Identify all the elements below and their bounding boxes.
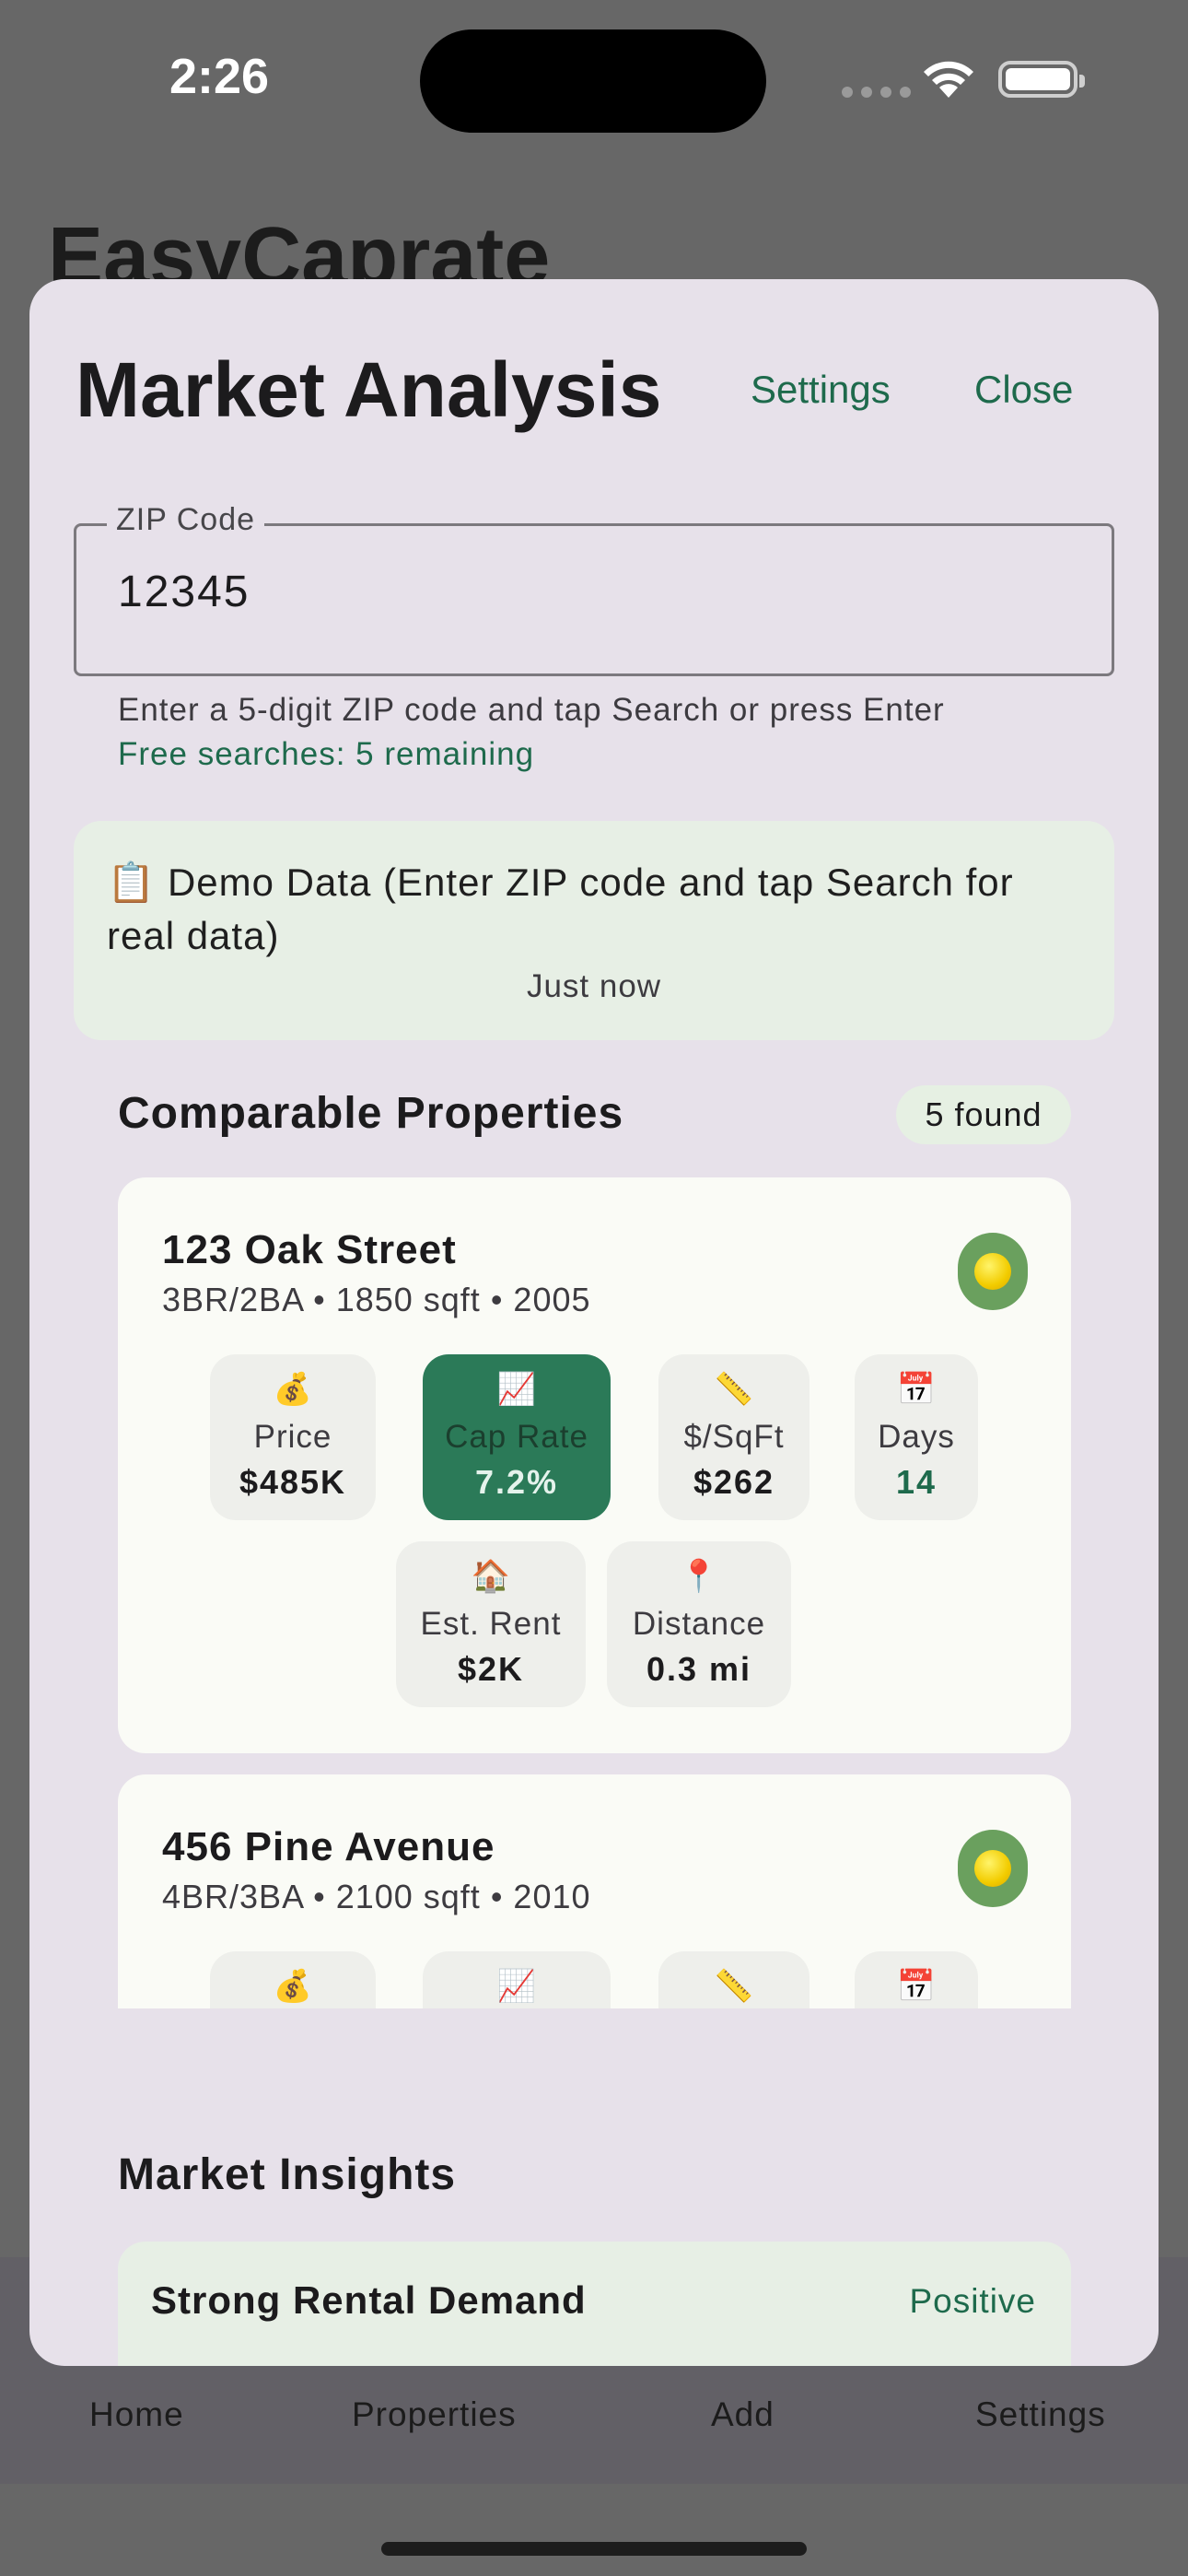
yellow-dot-icon bbox=[974, 1850, 1011, 1887]
insight-card: Strong Rental Demand Positive bbox=[118, 2242, 1071, 2366]
calendar-icon: 📅 bbox=[896, 1969, 937, 2004]
property-address: 123 Oak Street bbox=[162, 1227, 457, 1272]
tab-add[interactable]: Add bbox=[711, 2395, 775, 2434]
tab-properties[interactable]: Properties bbox=[352, 2395, 517, 2434]
metric-price-per-sqft: 📏 $/SqFt $262 bbox=[658, 1354, 809, 1520]
ruler-icon: 📏 bbox=[714, 1969, 754, 2004]
metric-days: 📅 bbox=[855, 1951, 978, 2008]
yellow-dot-icon bbox=[974, 1253, 1011, 1290]
metric-price: 💰 Price $485K bbox=[210, 1354, 376, 1520]
metric-value: 14 bbox=[895, 1463, 938, 1501]
demo-data-banner: 📋 Demo Data (Enter ZIP code and tap Sear… bbox=[74, 821, 1114, 1040]
metric-label: Days bbox=[878, 1419, 955, 1455]
metric-value: $485K bbox=[239, 1463, 347, 1501]
insight-sentiment-badge: Positive bbox=[909, 2282, 1036, 2320]
found-count-badge: 5 found bbox=[896, 1085, 1071, 1144]
metric-price-per-sqft: 📏 bbox=[658, 1951, 809, 2008]
sheet-title: Market Analysis bbox=[76, 346, 662, 433]
tab-settings[interactable]: Settings bbox=[975, 2395, 1106, 2434]
metric-label: Distance bbox=[632, 1606, 766, 1642]
market-analysis-sheet: Market Analysis Settings Close ZIP Code … bbox=[29, 279, 1159, 2366]
settings-button[interactable]: Settings bbox=[751, 368, 891, 412]
metric-est-rent: 🏠 Est. Rent $2K bbox=[396, 1541, 586, 1707]
metric-price: 💰 bbox=[210, 1951, 376, 2008]
pin-icon: 📍 bbox=[679, 1559, 719, 1594]
chart-increasing-icon: 📈 bbox=[496, 1969, 537, 2004]
metric-value: 7.2% bbox=[474, 1463, 559, 1501]
free-searches-remaining: Free searches: 5 remaining bbox=[118, 736, 535, 772]
dynamic-island bbox=[420, 29, 766, 133]
status-indicator bbox=[958, 1233, 1028, 1310]
status-indicator bbox=[958, 1830, 1028, 1907]
demo-data-text: 📋 Demo Data (Enter ZIP code and tap Sear… bbox=[107, 861, 1014, 957]
calendar-icon: 📅 bbox=[896, 1372, 937, 1407]
insight-title: Strong Rental Demand bbox=[151, 2278, 587, 2322]
zip-field-label: ZIP Code bbox=[107, 502, 265, 538]
metric-label: Cap Rate bbox=[445, 1419, 588, 1455]
property-card[interactable]: 456 Pine Avenue 4BR/3BA • 2100 sqft • 20… bbox=[118, 1774, 1071, 2008]
demo-data-timestamp: Just now bbox=[526, 968, 662, 1004]
metric-label: $/SqFt bbox=[683, 1419, 785, 1455]
status-time: 2:26 bbox=[169, 49, 270, 104]
metric-label: Est. Rent bbox=[420, 1606, 562, 1642]
money-bag-icon: 💰 bbox=[273, 1372, 313, 1407]
cellular-signal-icon bbox=[842, 87, 911, 98]
metric-cap-rate: 📈 Cap Rate 7.2% bbox=[423, 1354, 611, 1520]
home-indicator[interactable] bbox=[381, 2542, 807, 2556]
wifi-icon bbox=[924, 61, 973, 98]
metric-value: $2K bbox=[457, 1650, 525, 1688]
chart-increasing-icon: 📈 bbox=[496, 1372, 537, 1407]
comparable-properties-list[interactable]: 123 Oak Street 3BR/2BA • 1850 sqft • 200… bbox=[118, 1177, 1071, 2008]
close-button[interactable]: Close bbox=[974, 368, 1073, 412]
battery-icon bbox=[998, 61, 1085, 98]
ruler-icon: 📏 bbox=[714, 1372, 754, 1407]
metric-label: Price bbox=[253, 1419, 332, 1455]
property-address: 456 Pine Avenue bbox=[162, 1824, 495, 1869]
comparable-properties-title: Comparable Properties bbox=[118, 1089, 624, 1138]
metric-value: 0.3 mi bbox=[646, 1650, 752, 1688]
metric-value: $262 bbox=[693, 1463, 775, 1501]
tab-home[interactable]: Home bbox=[89, 2395, 184, 2434]
house-icon: 🏠 bbox=[471, 1559, 511, 1594]
property-details: 4BR/3BA • 2100 sqft • 2010 bbox=[162, 1878, 591, 1915]
money-bag-icon: 💰 bbox=[273, 1969, 313, 2004]
metric-days: 📅 Days 14 bbox=[855, 1354, 978, 1520]
metric-cap-rate: 📈 bbox=[423, 1951, 611, 2008]
property-card[interactable]: 123 Oak Street 3BR/2BA • 1850 sqft • 200… bbox=[118, 1177, 1071, 1753]
market-insights-title: Market Insights bbox=[118, 2150, 457, 2199]
metric-distance: 📍 Distance 0.3 mi bbox=[607, 1541, 791, 1707]
zip-helper-text: Enter a 5-digit ZIP code and tap Search … bbox=[118, 692, 945, 728]
property-details: 3BR/2BA • 1850 sqft • 2005 bbox=[162, 1281, 591, 1318]
zip-code-input[interactable] bbox=[118, 567, 1085, 617]
